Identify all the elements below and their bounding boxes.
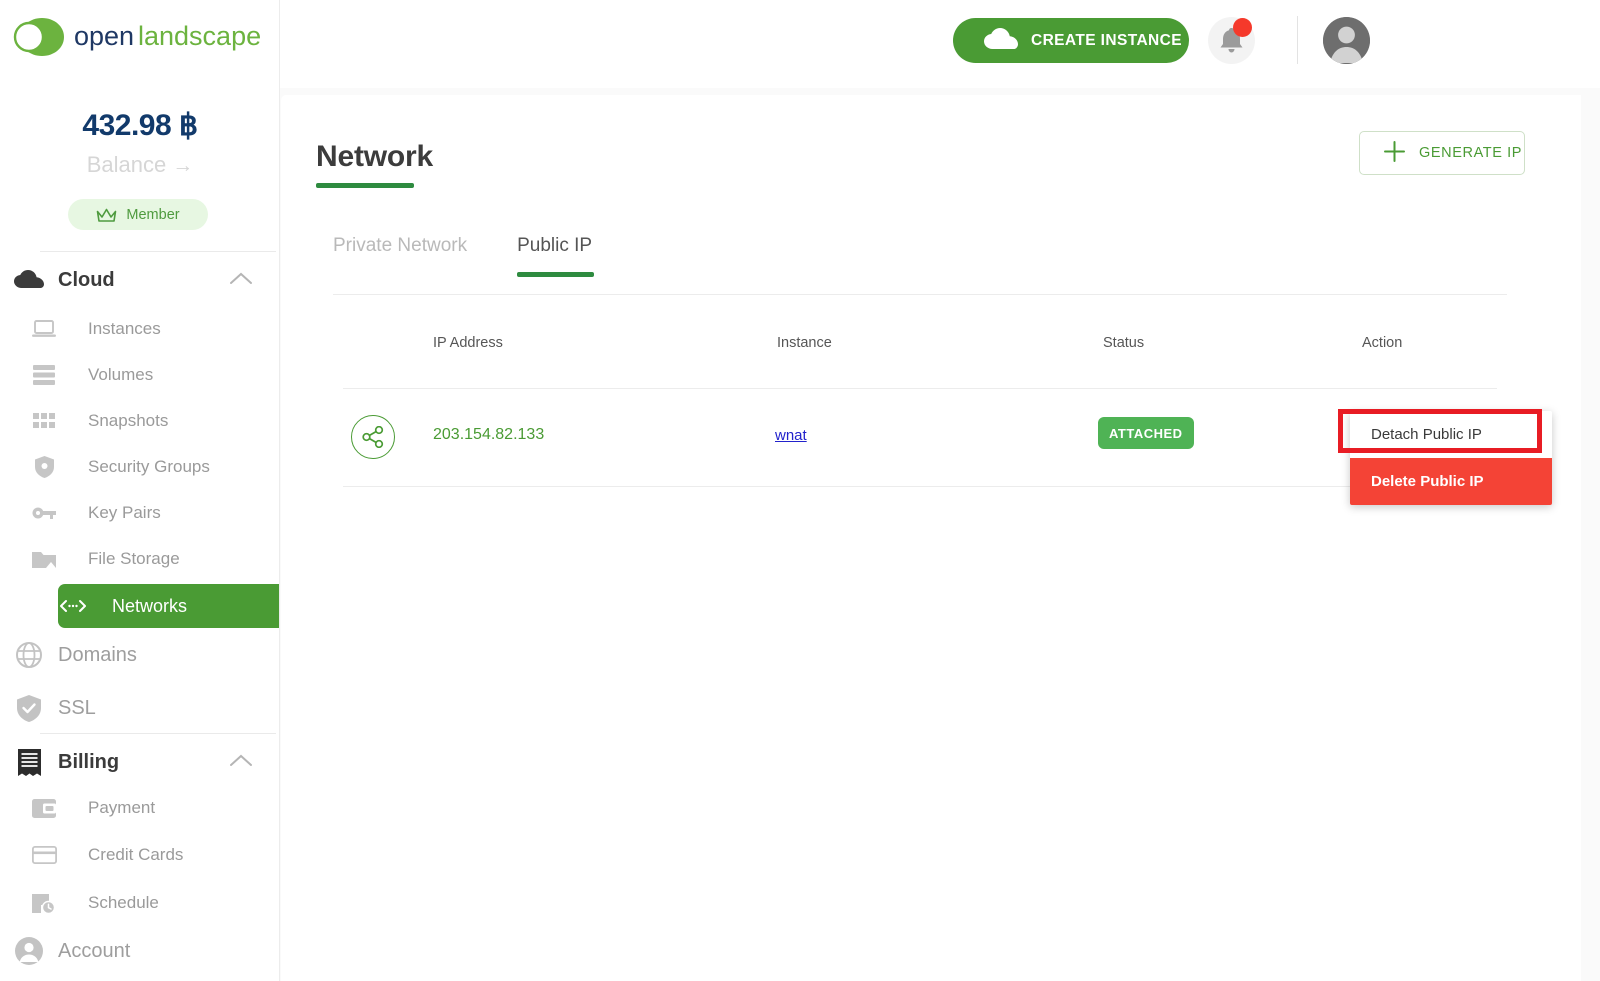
table-row-divider (343, 486, 1497, 487)
cell-ip-address: 203.154.82.133 (433, 426, 545, 443)
sidebar: open landscape 432.98 ฿ Balance → Member … (0, 0, 280, 981)
create-instance-button[interactable]: CREATE INSTANCE (953, 18, 1189, 63)
sidebar-item-label-account: Account (58, 939, 131, 962)
sidebar-item-instances[interactable]: Instances (0, 310, 279, 348)
sidebar-item-label-payment: Payment (88, 798, 156, 817)
sidebar-group-label-cloud: Cloud (58, 268, 115, 291)
member-label: Member (126, 206, 180, 223)
page-title: Network (316, 140, 433, 173)
svg-text:open: open (74, 21, 134, 51)
calendar-clock-icon (0, 892, 88, 914)
tab-public-ip[interactable]: Public IP (517, 235, 595, 277)
brand-wordmark: open landscape (74, 21, 261, 51)
main-content-card: Network GENERATE IP Private Network Publ… (281, 95, 1581, 981)
topbar-divider (1297, 16, 1298, 64)
arrow-right-icon: → (172, 154, 194, 177)
sidebar-item-domains[interactable]: Domains (0, 636, 279, 674)
key-icon (0, 506, 88, 520)
receipt-icon (0, 748, 58, 776)
balance-label: Balance (86, 152, 167, 177)
sidebar-group-billing[interactable]: Billing (0, 740, 279, 784)
avatar[interactable] (1323, 17, 1370, 64)
sidebar-item-label-ssl: SSL (58, 696, 96, 719)
sidebar-item-credit-cards[interactable]: Credit Cards (0, 836, 279, 874)
folder-icon (0, 550, 88, 568)
sidebar-divider-2 (40, 733, 276, 734)
balance-amount: 432.98 ฿ (82, 109, 198, 142)
generate-ip-label: GENERATE IP (1419, 145, 1523, 161)
svg-text:landscape: landscape (138, 21, 261, 51)
column-header-instance: Instance (777, 335, 832, 351)
cloud-icon (984, 28, 1018, 53)
page-title-underline (316, 183, 414, 188)
sidebar-item-label-key-pairs: Key Pairs (88, 503, 161, 522)
column-header-status: Status (1103, 335, 1145, 351)
member-badge: Member (68, 199, 208, 230)
sidebar-group-label-billing: Billing (58, 750, 120, 773)
shield-check-icon (0, 694, 58, 722)
plus-icon (1384, 141, 1405, 165)
share-nodes-icon (351, 415, 395, 459)
sidebar-divider-1 (40, 251, 276, 252)
sidebar-item-volumes[interactable]: Volumes (0, 356, 279, 394)
credit-card-icon (0, 846, 88, 864)
sidebar-item-payment[interactable]: Payment (0, 789, 279, 827)
sidebar-item-label-snapshots: Snapshots (88, 411, 169, 430)
cell-instance-link[interactable]: wnat (775, 427, 807, 444)
shield-icon (0, 456, 88, 478)
app-root: open landscape 432.98 ฿ Balance → Member … (0, 0, 1600, 981)
generate-ip-button[interactable]: GENERATE IP (1359, 131, 1525, 175)
sidebar-item-file-storage[interactable]: File Storage (0, 540, 279, 578)
code-arrows-icon (58, 599, 88, 613)
account-circle-icon (0, 937, 58, 965)
notification-badge (1233, 18, 1252, 37)
sidebar-item-security-groups[interactable]: Security Groups (0, 448, 279, 486)
globe-icon (0, 642, 58, 668)
column-header-ip-address: IP Address (433, 335, 503, 351)
sidebar-item-schedule[interactable]: Schedule (0, 884, 279, 922)
openlandscape-logo-icon (13, 18, 64, 56)
brand-logo[interactable]: open landscape (12, 14, 279, 60)
menu-item-detach-public-ip[interactable]: Detach Public IP (1350, 411, 1552, 458)
sidebar-item-label-schedule: Schedule (88, 893, 159, 912)
sidebar-item-label-networks: Networks (112, 595, 188, 616)
topbar: CREATE INSTANCE (280, 0, 1600, 88)
sidebar-item-label-security-groups: Security Groups (88, 457, 210, 476)
laptop-icon (0, 320, 88, 338)
tab-label-public-ip: Public IP (517, 235, 593, 256)
tab-label-private-network: Private Network (333, 235, 468, 256)
create-instance-label: CREATE INSTANCE (1031, 31, 1182, 49)
user-avatar-icon (1323, 17, 1370, 64)
status-badge: ATTACHED (1098, 417, 1194, 449)
table-row: 203.154.82.133 wnat ATTACHED (343, 389, 1497, 487)
sidebar-item-account[interactable]: Account (0, 932, 279, 970)
sidebar-item-snapshots[interactable]: Snapshots (0, 402, 279, 440)
sidebar-group-cloud[interactable]: Cloud (0, 258, 279, 302)
balance-link[interactable]: Balance → (0, 152, 279, 178)
wallet-icon (0, 798, 88, 818)
notifications-button[interactable] (1208, 17, 1255, 64)
tab-bar: Private Network Public IP (333, 235, 595, 277)
server-stack-icon (0, 365, 88, 385)
sidebar-item-key-pairs[interactable]: Key Pairs (0, 494, 279, 532)
crown-icon (97, 208, 117, 222)
tab-bar-divider (333, 294, 1507, 295)
sidebar-item-label-credit-cards: Credit Cards (88, 845, 184, 864)
menu-item-delete-public-ip[interactable]: Delete Public IP (1350, 458, 1552, 505)
sidebar-item-networks[interactable]: Networks (58, 584, 279, 628)
sidebar-item-ssl[interactable]: SSL (0, 689, 279, 727)
sidebar-item-label-domains: Domains (58, 643, 137, 666)
chevron-up-icon (230, 272, 252, 290)
cloud-icon (0, 270, 58, 290)
action-dropdown-menu: Detach Public IP Delete Public IP (1350, 411, 1552, 505)
sidebar-item-label-volumes: Volumes (88, 365, 154, 384)
tab-private-network[interactable]: Private Network (333, 235, 467, 277)
chevron-up-icon (230, 754, 252, 772)
sidebar-item-label-file-storage: File Storage (88, 549, 180, 568)
sidebar-item-label-instances: Instances (88, 319, 161, 338)
column-header-action: Action (1362, 335, 1403, 351)
table-header-row: IP Address Instance Status Action (343, 335, 1497, 390)
grid-icon (0, 413, 88, 429)
